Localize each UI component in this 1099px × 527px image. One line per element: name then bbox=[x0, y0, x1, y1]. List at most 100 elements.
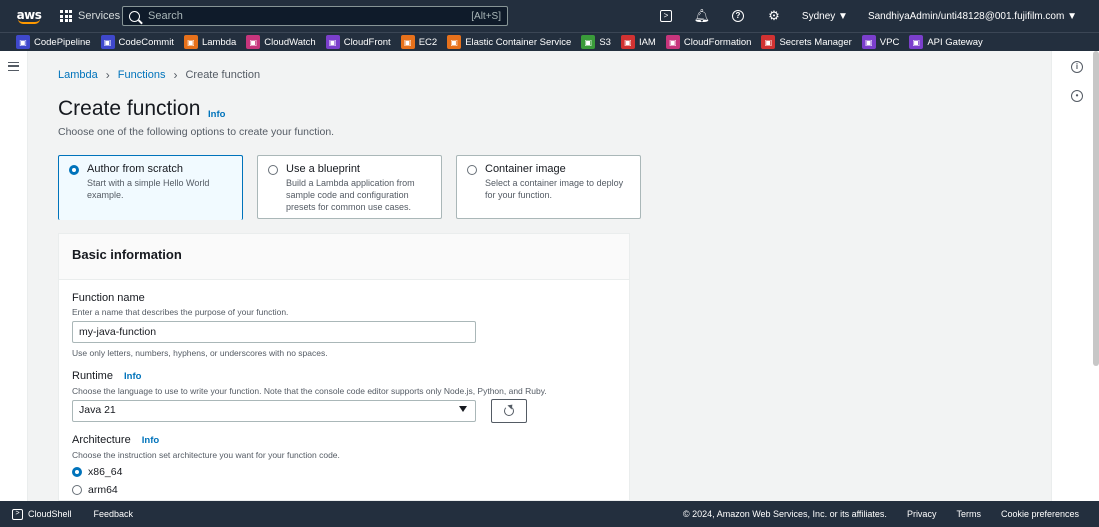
hamburger-menu-icon[interactable] bbox=[8, 62, 19, 71]
vpc-icon: ▣ bbox=[861, 35, 876, 49]
architecture-description: Choose the instruction set architecture … bbox=[72, 450, 340, 460]
runtime-select[interactable]: Java 21 bbox=[72, 400, 476, 422]
favorite-commit[interactable]: ▣ CodeCommit bbox=[100, 35, 174, 49]
function-name-hint: Use only letters, numbers, hyphens, or u… bbox=[72, 348, 328, 358]
function-name-description: Enter a name that describes the purpose … bbox=[72, 307, 289, 317]
account-menu[interactable]: SandhiyaAdmin/unti48128@001.fujifilm.com… bbox=[858, 11, 1099, 22]
bell-icon: 🔔︎ bbox=[693, 8, 711, 23]
services-menu-button[interactable]: Services bbox=[60, 10, 120, 22]
caret-down-icon bbox=[459, 406, 467, 412]
gear-icon: ⚙ bbox=[768, 8, 780, 23]
chevron-right-icon: › bbox=[105, 68, 110, 82]
copyright-text: © 2024, Amazon Web Services, Inc. or its… bbox=[683, 509, 887, 519]
search-input[interactable] bbox=[148, 10, 472, 22]
aws-logo[interactable]: aws bbox=[6, 0, 52, 32]
ecs-icon: ▣ bbox=[447, 35, 462, 49]
function-name-label: Function name bbox=[72, 292, 145, 304]
favorite-secrets[interactable]: ▣ Secrets Manager bbox=[761, 35, 852, 49]
favorite-lambda[interactable]: ▣ Lambda bbox=[183, 35, 236, 49]
notifications-button[interactable]: 🔔︎ bbox=[684, 0, 720, 32]
privacy-link[interactable]: Privacy bbox=[907, 509, 937, 519]
page-scrollbar[interactable] bbox=[1093, 51, 1099, 366]
favorite-api-gateway[interactable]: ▣ API Gateway bbox=[909, 35, 983, 49]
settings-button[interactable]: ⚙ bbox=[756, 0, 792, 32]
option-label: Author from scratch bbox=[87, 163, 183, 175]
favorites-bar: ▣ CodePipeline ▣ CodeCommit ▣ Lambda ▣ CloudWat… bbox=[0, 32, 1099, 51]
cookie-preferences-link[interactable]: Cookie preferences bbox=[1001, 509, 1079, 519]
favorite-cloudwatch[interactable]: ▣ CloudWatch bbox=[246, 35, 316, 49]
radio-button[interactable] bbox=[268, 165, 278, 175]
option-label: Container image bbox=[485, 163, 566, 175]
favorite-ec2[interactable]: ▣ EC2 bbox=[400, 35, 437, 49]
panel-heading: Basic information bbox=[59, 234, 629, 280]
refresh-runtime-button[interactable] bbox=[491, 399, 527, 423]
search-box[interactable]: [Alt+S] bbox=[122, 6, 508, 26]
favorite-s3[interactable]: ▣ S3 bbox=[581, 35, 611, 49]
favorite-pipeline[interactable]: ▣ CodePipeline bbox=[16, 35, 91, 49]
top-navigation: aws Services [Alt+S] > 🔔︎ ? ⚙ Sydney ▼ S… bbox=[0, 0, 1099, 32]
cloudshell-footer-button[interactable]: > CloudShell bbox=[12, 508, 72, 520]
option-description: Build a Lambda application from sample c… bbox=[286, 178, 415, 212]
favorite-ecs[interactable]: ▣ Elastic Container Service bbox=[447, 35, 571, 49]
terminal-icon: > bbox=[12, 508, 23, 520]
cloudfront-icon: ▣ bbox=[325, 35, 340, 49]
search-icon bbox=[129, 10, 140, 22]
s3-icon: ▣ bbox=[581, 35, 596, 49]
commit-icon: ▣ bbox=[100, 35, 115, 49]
refresh-icon bbox=[504, 406, 514, 416]
terms-link[interactable]: Terms bbox=[956, 509, 981, 519]
option-description: Select a container image to deploy for y… bbox=[485, 178, 624, 200]
favorite-cloudformation[interactable]: ▣ CloudFormation bbox=[665, 35, 751, 49]
cloudformation-icon: ▣ bbox=[665, 35, 680, 49]
region-selector[interactable]: Sydney ▼ bbox=[792, 11, 858, 22]
radio-button[interactable] bbox=[467, 165, 477, 175]
api-gateway-icon: ▣ bbox=[909, 35, 924, 49]
main-content: Lambda › Functions › Create function Cre… bbox=[28, 51, 1051, 501]
option-card-1[interactable]: Use a blueprint Build a Lambda applicatio… bbox=[257, 155, 442, 219]
info-panel-icon[interactable]: i bbox=[1071, 61, 1083, 73]
breadcrumb-functions[interactable]: Functions bbox=[118, 69, 166, 81]
feedback-link[interactable]: Feedback bbox=[94, 509, 134, 519]
runtime-label: Runtime Info bbox=[72, 370, 142, 382]
secrets-icon: ▣ bbox=[761, 35, 776, 49]
chevron-right-icon: › bbox=[173, 68, 178, 82]
console-footer: > CloudShell Feedback © 2024, Amazon Web… bbox=[0, 501, 1099, 527]
title-info-link[interactable]: Info bbox=[208, 109, 225, 120]
search-shortcut: [Alt+S] bbox=[471, 10, 501, 22]
iam-icon: ▣ bbox=[620, 35, 635, 49]
radio-button[interactable] bbox=[69, 165, 79, 175]
page-subtitle: Choose one of the following options to c… bbox=[58, 126, 335, 138]
right-tools-rail: i • bbox=[1051, 51, 1099, 501]
favorite-vpc[interactable]: ▣ VPC bbox=[861, 35, 899, 49]
option-card-0[interactable]: Author from scratch Start with a simple H… bbox=[58, 155, 243, 220]
feedback-panel-icon[interactable]: • bbox=[1071, 90, 1083, 102]
breadcrumb: Lambda › Functions › Create function bbox=[58, 68, 260, 82]
terminal-icon: > bbox=[659, 10, 672, 22]
breadcrumb-lambda[interactable]: Lambda bbox=[58, 69, 98, 81]
architecture-option-x86[interactable]: x86_64 bbox=[72, 466, 122, 478]
cloudshell-button[interactable]: > bbox=[648, 0, 684, 32]
breadcrumb-current: Create function bbox=[185, 69, 261, 81]
architecture-option-arm64[interactable]: arm64 bbox=[72, 484, 118, 496]
pipeline-icon: ▣ bbox=[16, 35, 30, 49]
favorite-cloudfront[interactable]: ▣ CloudFront bbox=[325, 35, 391, 49]
help-icon: ? bbox=[731, 10, 744, 22]
radio-unselected[interactable] bbox=[72, 485, 82, 495]
option-description: Start with a simple Hello World example. bbox=[87, 178, 210, 200]
architecture-info-link[interactable]: Info bbox=[142, 435, 159, 446]
page-title: Create function bbox=[58, 97, 201, 120]
option-label: Use a blueprint bbox=[286, 163, 360, 175]
runtime-description: Choose the language to use to write your… bbox=[72, 386, 547, 396]
runtime-info-link[interactable]: Info bbox=[124, 371, 141, 382]
architecture-label: Architecture Info bbox=[72, 434, 160, 446]
option-card-2[interactable]: Container image Select a container image … bbox=[456, 155, 641, 219]
basic-information-panel: Basic information Function name Enter a … bbox=[58, 233, 630, 501]
lambda-icon: ▣ bbox=[183, 35, 198, 49]
favorite-iam[interactable]: ▣ IAM bbox=[620, 35, 656, 49]
ec2-icon: ▣ bbox=[400, 35, 415, 49]
function-name-input[interactable] bbox=[72, 321, 476, 343]
help-button[interactable]: ? bbox=[720, 0, 756, 32]
grid-icon bbox=[60, 10, 72, 22]
radio-selected[interactable] bbox=[72, 467, 82, 477]
side-navigation-rail bbox=[0, 51, 28, 501]
